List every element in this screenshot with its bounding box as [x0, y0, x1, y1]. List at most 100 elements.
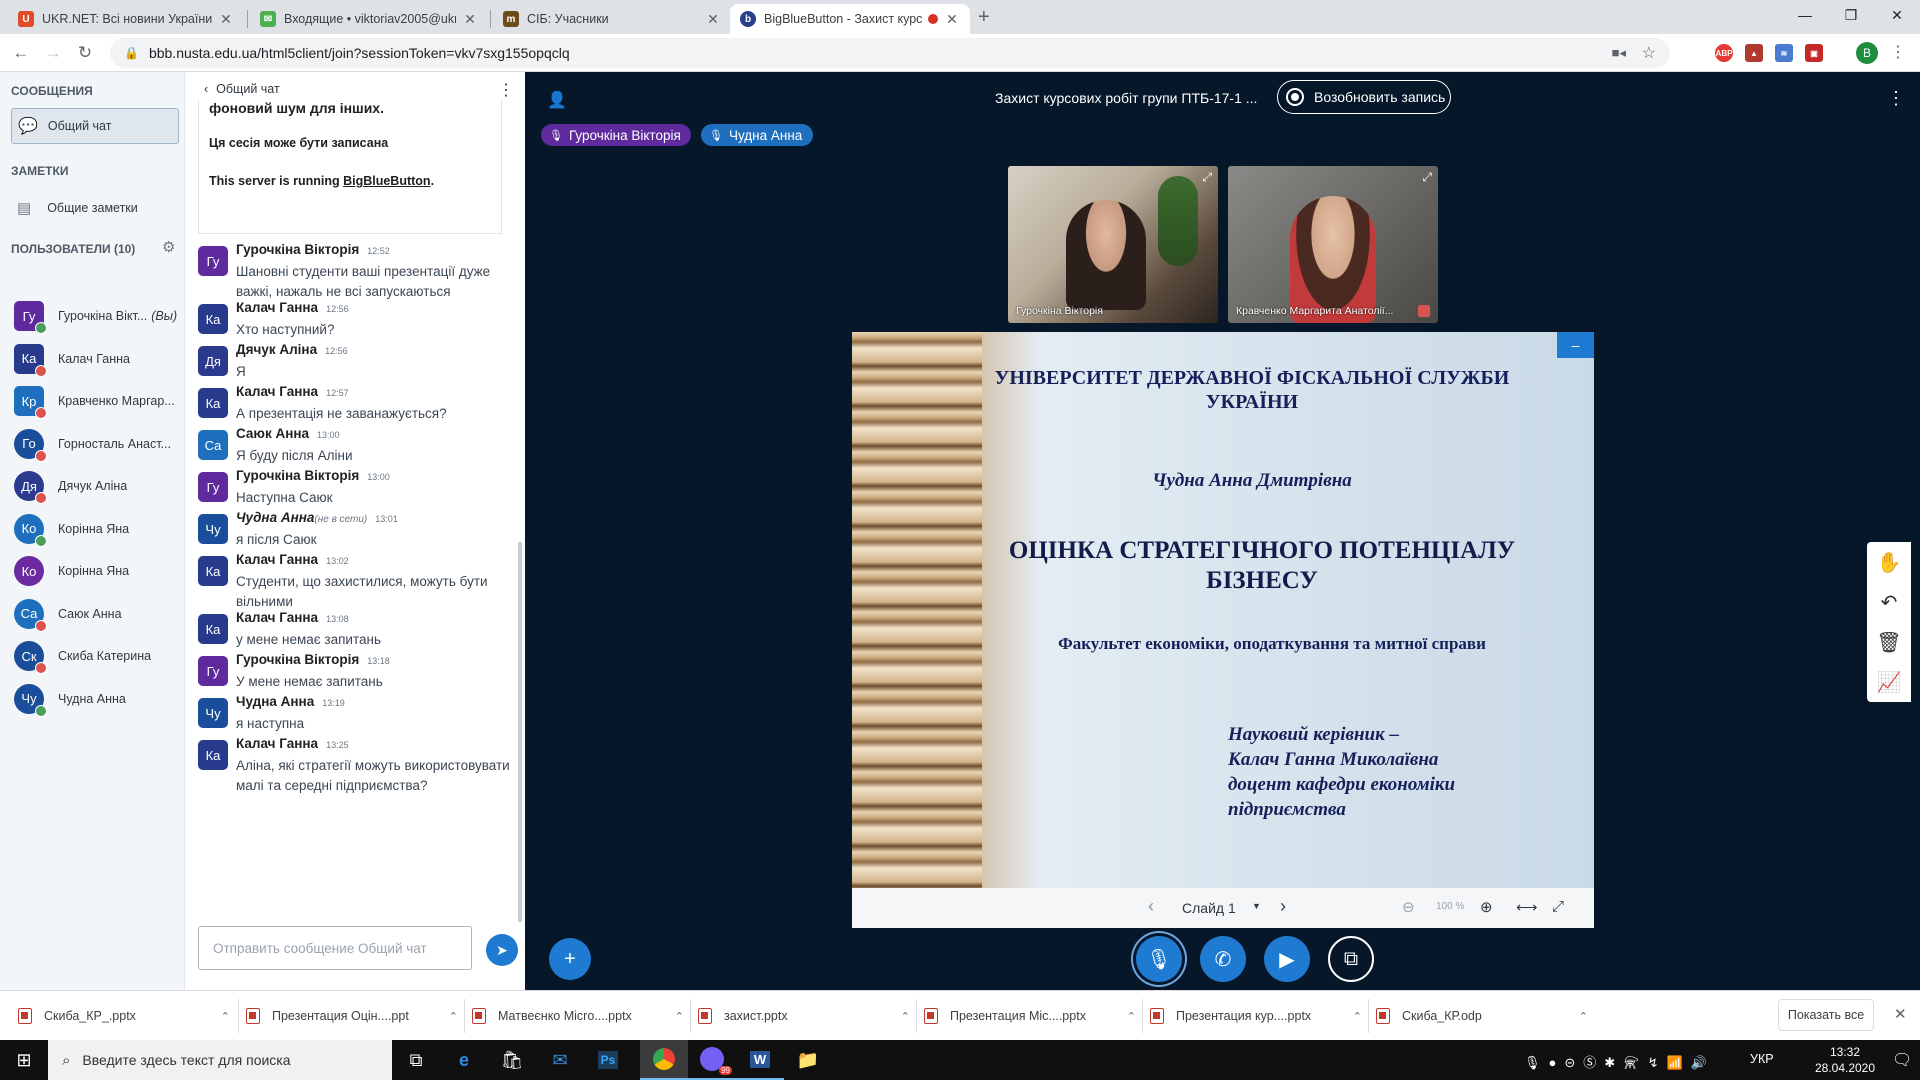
pdf-extension-icon[interactable]: ▲ — [1745, 44, 1763, 62]
download-item[interactable]: захист.pptx ⌃ — [698, 1003, 910, 1029]
language-indicator[interactable]: УКР — [1750, 1052, 1774, 1066]
user-icon[interactable]: 👤 — [547, 90, 567, 110]
close-tab-icon[interactable]: ✕ — [218, 11, 234, 28]
slide-selector[interactable]: Слайд 1 — [1182, 900, 1236, 916]
close-downloads-icon[interactable]: ✕ — [1894, 1005, 1907, 1023]
new-tab-button[interactable]: + — [978, 6, 990, 29]
screenshare-button[interactable]: ⧉ — [1328, 936, 1374, 982]
fullscreen-icon[interactable]: ⤢ — [1202, 170, 1212, 185]
public-chat-item[interactable]: 💬 Общий чат — [11, 108, 179, 144]
taskbar-clock[interactable]: 13:32 28.04.2020 — [1810, 1044, 1880, 1076]
chevron-up-icon[interactable]: ⌃ — [221, 1010, 230, 1023]
minimize-presentation-button[interactable]: – — [1557, 332, 1594, 358]
talking-indicator[interactable]: 🎙 Чудна Анна — [701, 124, 813, 146]
user-list-item[interactable]: Гу Гурочкіна Вікт... (Вы) — [14, 296, 184, 336]
fullscreen-icon[interactable]: ⤢ — [1422, 170, 1432, 185]
chat-scrollbar[interactable] — [518, 542, 522, 922]
webcam-video[interactable]: Гурочкіна Вікторія ⤢ — [1008, 166, 1218, 323]
adblock-icon[interactable]: ABP — [1715, 44, 1733, 62]
viber-icon[interactable]: 99 — [688, 1040, 736, 1080]
minimize-window-icon[interactable]: — — [1782, 0, 1828, 30]
user-list-item[interactable]: Чу Чудна Анна — [14, 679, 184, 719]
chevron-up-icon[interactable]: ⌃ — [1353, 1010, 1362, 1023]
user-list-item[interactable]: Са Саюк Анна — [14, 594, 184, 634]
slide-dropdown-caret-icon[interactable]: ▼ — [1252, 901, 1261, 911]
user-list-item[interactable]: Кр Кравченко Маргар... — [14, 381, 184, 421]
shared-notes-item[interactable]: ▤ Общие заметки — [11, 190, 179, 226]
user-list-item[interactable]: Ка Калач Ганна — [14, 339, 184, 379]
presentation-slide[interactable]: УНІВЕРСИТЕТ ДЕРЖАВНОЇ ФІСКАЛЬНОЇ СЛУЖБИ … — [852, 332, 1594, 928]
multi-user-whiteboard-icon[interactable]: 📈 — [1867, 662, 1911, 702]
office-extension-icon[interactable]: ▣ — [1805, 44, 1823, 62]
word-icon[interactable]: W — [736, 1040, 784, 1080]
mail-icon[interactable]: ✉ — [536, 1040, 584, 1080]
resume-recording-button[interactable]: Возобновить запись — [1277, 80, 1451, 114]
user-list-item[interactable]: Го Горносталь Анаст... — [14, 424, 184, 464]
reload-icon[interactable]: ↻ — [74, 42, 96, 64]
chat-options-icon[interactable]: ⋮ — [498, 80, 514, 100]
windows-start-icon[interactable]: ⊞ — [0, 1040, 48, 1080]
browser-tab-ukrnet[interactable]: U UKR.NET: Всі новини України, ос ✕ — [8, 4, 244, 34]
taskbar-search-box[interactable]: ⌕ Введите здесь текст для поиска — [48, 1040, 392, 1080]
download-item[interactable]: Матвеєнко Micro....pptx ⌃ — [472, 1003, 684, 1029]
forward-arrow-icon[interactable]: → — [42, 42, 64, 64]
download-item[interactable]: Скиба_КР.odp ⌃ — [1376, 1003, 1588, 1029]
download-item[interactable]: Презентация Міс....pptx ⌃ — [924, 1003, 1136, 1029]
phone-audio-button[interactable]: ✆ — [1200, 936, 1246, 982]
browser-tab-mail[interactable]: ✉ Входящие • viktoriav2005@ukr.n ✕ — [250, 4, 488, 34]
pan-hand-tool-icon[interactable]: ✋ — [1867, 542, 1911, 582]
zoom-out-icon[interactable]: ⊖ — [1402, 898, 1415, 916]
translate-extension-icon[interactable]: ≋ — [1775, 44, 1793, 62]
webcam-button[interactable]: ▶ — [1264, 936, 1310, 982]
user-list-item[interactable]: Ко Корінна Яна — [14, 509, 184, 549]
webcam-video[interactable]: Кравченко Маргарита Анатолії... ⤢ — [1228, 166, 1438, 323]
chevron-up-icon[interactable]: ⌃ — [675, 1010, 684, 1023]
send-message-button[interactable]: ➤ — [486, 934, 518, 966]
download-item[interactable]: Презентация кур....pptx ⌃ — [1150, 1003, 1362, 1029]
store-icon[interactable]: 🛍 — [488, 1040, 536, 1080]
user-settings-gear-icon[interactable]: ⚙ — [162, 238, 175, 256]
restore-window-icon[interactable]: ❐ — [1828, 0, 1874, 30]
profile-avatar[interactable]: B — [1856, 42, 1878, 64]
photoshop-icon[interactable]: Ps — [584, 1040, 632, 1080]
microphone-button[interactable]: 🎙 — [1136, 936, 1182, 982]
user-list-item[interactable]: Дя Дячук Аліна — [14, 466, 184, 506]
zoom-in-icon[interactable]: ⊕ — [1480, 898, 1493, 916]
address-bar[interactable]: 🔒 bbb.nusta.edu.ua/html5client/join?sess… — [110, 38, 1670, 68]
chevron-up-icon[interactable]: ⌃ — [1127, 1010, 1136, 1023]
close-tab-icon[interactable]: ✕ — [462, 11, 478, 28]
task-view-icon[interactable]: ⧉ — [392, 1040, 440, 1080]
chat-back-button[interactable]: ‹ Общий чат — [204, 82, 280, 96]
notifications-icon[interactable]: 🗨 — [1892, 1050, 1912, 1070]
bigbluebutton-link[interactable]: BigBlueButton — [343, 174, 430, 188]
camera-blocked-icon[interactable]: ■◂ — [1612, 45, 1626, 61]
chevron-up-icon[interactable]: ⌃ — [1579, 1010, 1588, 1023]
edge-icon[interactable]: e — [440, 1040, 488, 1080]
talking-indicator[interactable]: 🎙 Гурочкіна Вікторія — [541, 124, 691, 146]
chevron-up-icon[interactable]: ⌃ — [449, 1010, 458, 1023]
download-item[interactable]: Скиба_КР_.pptx ⌃ — [18, 1003, 230, 1029]
undo-icon[interactable]: ↶ — [1867, 582, 1911, 622]
user-list-item[interactable]: Ск Скиба Катерина — [14, 636, 184, 676]
actions-plus-button[interactable]: + — [549, 938, 591, 980]
chat-message-input[interactable]: Отправить сообщение Общий чат — [198, 926, 472, 970]
fit-width-icon[interactable]: ⟷ — [1516, 898, 1538, 916]
next-slide-icon[interactable]: › — [1280, 896, 1286, 917]
previous-slide-icon[interactable]: ‹ — [1148, 896, 1154, 917]
back-arrow-icon[interactable]: ← — [10, 42, 32, 64]
browser-menu-icon[interactable]: ⋮ — [1890, 42, 1906, 62]
close-tab-icon[interactable]: ✕ — [944, 11, 960, 28]
close-tab-icon[interactable]: ✕ — [705, 11, 721, 28]
system-tray-icons[interactable]: 🎙●⊝Ⓢ✱⚗↯📶🔊 — [1524, 1052, 1715, 1071]
browser-tab-bigbluebutton[interactable]: b BigBlueButton - Захист курс ✕ — [730, 4, 970, 34]
clear-trash-icon[interactable]: 🗑 — [1867, 622, 1911, 662]
download-item[interactable]: Презентация Оцін....ppt ⌃ — [246, 1003, 458, 1029]
browser-tab-sib[interactable]: m СІБ: Учасники ✕ — [493, 4, 731, 34]
chrome-icon[interactable] — [640, 1040, 688, 1080]
chevron-up-icon[interactable]: ⌃ — [901, 1010, 910, 1023]
meeting-options-icon[interactable]: ⋮ — [1887, 88, 1905, 109]
bookmark-star-icon[interactable]: ☆ — [1642, 43, 1656, 63]
file-explorer-icon[interactable]: 📁 — [784, 1040, 832, 1080]
show-all-downloads-button[interactable]: Показать все — [1778, 999, 1874, 1031]
close-window-icon[interactable]: ✕ — [1874, 0, 1920, 30]
